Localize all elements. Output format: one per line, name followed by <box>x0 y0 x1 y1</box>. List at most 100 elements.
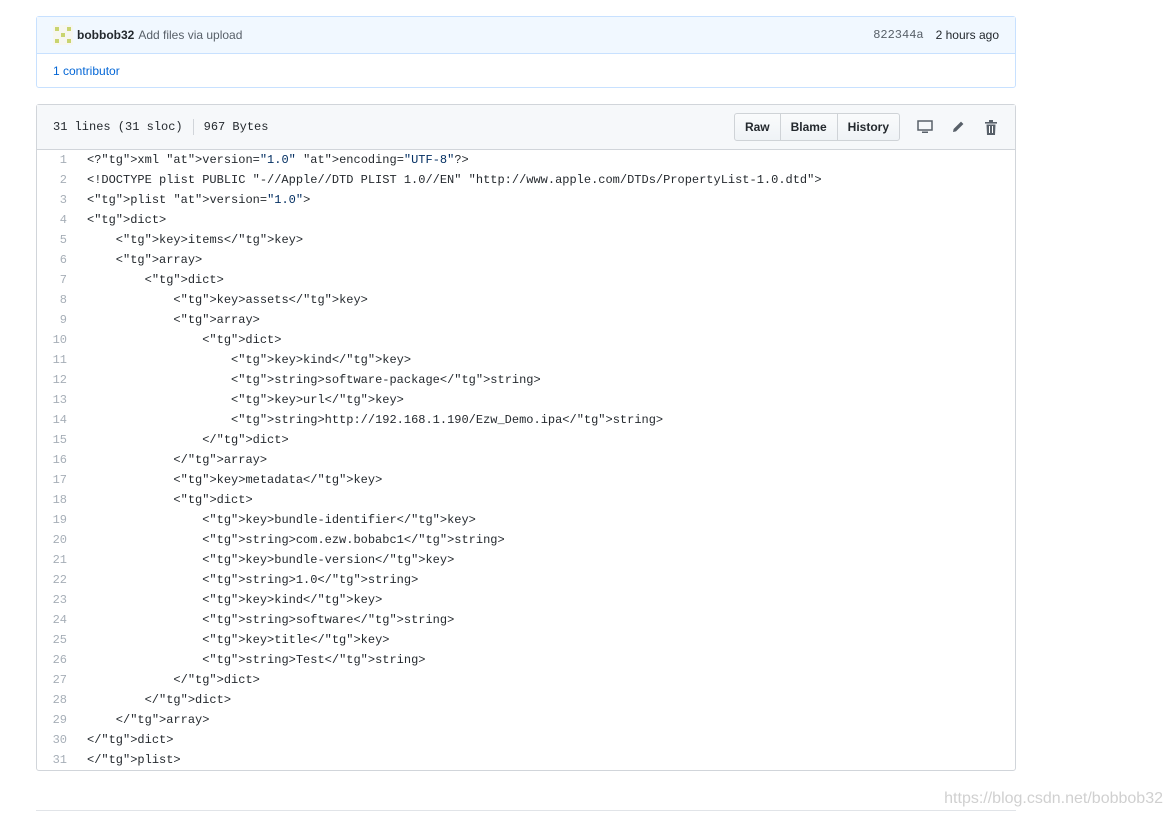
line-number[interactable]: 24 <box>37 613 77 627</box>
desktop-icon[interactable] <box>917 119 933 135</box>
trash-icon[interactable] <box>983 119 999 135</box>
code-line: 29 </"tg">array> <box>37 710 1015 730</box>
line-number[interactable]: 11 <box>37 353 77 367</box>
line-content: <"tg">key>bundle-version</"tg">key> <box>87 553 455 567</box>
line-content: <"tg">array> <box>87 313 260 327</box>
code-line: 8 <"tg">key>assets</"tg">key> <box>37 290 1015 310</box>
line-number[interactable]: 7 <box>37 273 77 287</box>
line-content: <"tg">key>bundle-identifier</"tg">key> <box>87 513 476 527</box>
line-number[interactable]: 21 <box>37 553 77 567</box>
line-number[interactable]: 10 <box>37 333 77 347</box>
line-number[interactable]: 2 <box>37 173 77 187</box>
file-lines-info: 31 lines (31 sloc) <box>53 120 183 134</box>
file-box: 31 lines (31 sloc) 967 Bytes Raw Blame H… <box>36 104 1016 771</box>
commit-bar: bobbob32 Add files via upload 822344a 2 … <box>37 17 1015 54</box>
line-content: <"tg">key>title</"tg">key> <box>87 633 390 647</box>
commit-message[interactable]: Add files via upload <box>138 28 242 42</box>
latest-commit-box: bobbob32 Add files via upload 822344a 2 … <box>36 16 1016 88</box>
line-number[interactable]: 15 <box>37 433 77 447</box>
code-line: 26 <"tg">string>Test</"tg">string> <box>37 650 1015 670</box>
code-line: 31 </"tg">plist> <box>37 750 1015 770</box>
line-number[interactable]: 26 <box>37 653 77 667</box>
line-content: <"tg">dict> <box>87 273 224 287</box>
line-number[interactable]: 31 <box>37 753 77 767</box>
line-content: <"tg">array> <box>87 253 203 267</box>
line-content: </"tg">dict> <box>87 693 232 707</box>
line-number[interactable]: 19 <box>37 513 77 527</box>
line-number[interactable]: 9 <box>37 313 77 327</box>
line-number[interactable]: 8 <box>37 293 77 307</box>
line-content: <"tg">key>kind</"tg">key> <box>87 353 412 367</box>
code-line: 28 </"tg">dict> <box>37 690 1015 710</box>
code-line: 21 <"tg">key>bundle-version</"tg">key> <box>37 550 1015 570</box>
commit-sha[interactable]: 822344a <box>873 28 923 42</box>
line-content: <"tg">string>Test</"tg">string> <box>87 653 426 667</box>
line-number[interactable]: 13 <box>37 393 77 407</box>
contributors-link[interactable]: 1 contributor <box>53 64 120 78</box>
line-number[interactable]: 22 <box>37 573 77 587</box>
code-line: 4 <"tg">dict> <box>37 210 1015 230</box>
code-line: 15 </"tg">dict> <box>37 430 1015 450</box>
code-line: 9 <"tg">array> <box>37 310 1015 330</box>
code-view: 1 <?"tg">xml "at">version="1.0" "at">enco… <box>37 150 1015 770</box>
divider <box>36 810 1016 811</box>
code-line: 24 <"tg">string>software</"tg">string> <box>37 610 1015 630</box>
file-header: 31 lines (31 sloc) 967 Bytes Raw Blame H… <box>37 105 1015 150</box>
code-line: 1 <?"tg">xml "at">version="1.0" "at">enco… <box>37 150 1015 170</box>
line-content: <"tg">key>assets</"tg">key> <box>87 293 368 307</box>
line-number[interactable]: 29 <box>37 713 77 727</box>
line-number[interactable]: 6 <box>37 253 77 267</box>
code-line: 13 <"tg">key>url</"tg">key> <box>37 390 1015 410</box>
line-number[interactable]: 30 <box>37 733 77 747</box>
line-content: <"tg">dict> <box>87 493 253 507</box>
avatar[interactable] <box>53 25 73 45</box>
code-line: 19 <"tg">key>bundle-identifier</"tg">key… <box>37 510 1015 530</box>
divider <box>192 119 194 135</box>
line-number[interactable]: 1 <box>37 153 77 167</box>
line-number[interactable]: 25 <box>37 633 77 647</box>
line-content: <!DOCTYPE plist PUBLIC "-//Apple//DTD PL… <box>87 173 822 187</box>
line-content: </"tg">array> <box>87 453 268 467</box>
line-number[interactable]: 4 <box>37 213 77 227</box>
line-number[interactable]: 14 <box>37 413 77 427</box>
line-number[interactable]: 17 <box>37 473 77 487</box>
code-line: 16 </"tg">array> <box>37 450 1015 470</box>
code-line: 7 <"tg">dict> <box>37 270 1015 290</box>
blame-button[interactable]: Blame <box>779 114 837 140</box>
line-content: <"tg">key>kind</"tg">key> <box>87 593 383 607</box>
code-line: 14 <"tg">string>http://192.168.1.190/Ezw… <box>37 410 1015 430</box>
code-line: 10 <"tg">dict> <box>37 330 1015 350</box>
code-line: 18 <"tg">dict> <box>37 490 1015 510</box>
line-number[interactable]: 27 <box>37 673 77 687</box>
line-content: <"tg">string>com.ezw.bobabc1</"tg">strin… <box>87 533 505 547</box>
line-number[interactable]: 5 <box>37 233 77 247</box>
line-number[interactable]: 28 <box>37 693 77 707</box>
code-line: 23 <"tg">key>kind</"tg">key> <box>37 590 1015 610</box>
code-line: 6 <"tg">array> <box>37 250 1015 270</box>
line-number[interactable]: 23 <box>37 593 77 607</box>
line-content: </"tg">dict> <box>87 733 174 747</box>
watermark: https://blog.csdn.net/bobbob32 <box>944 790 1163 807</box>
code-line: 20 <"tg">string>com.ezw.bobabc1</"tg">st… <box>37 530 1015 550</box>
code-line: 25 <"tg">key>title</"tg">key> <box>37 630 1015 650</box>
line-number[interactable]: 20 <box>37 533 77 547</box>
line-content: <"tg">key>url</"tg">key> <box>87 393 404 407</box>
line-content: <"tg">plist "at">version="1.0"> <box>87 193 311 207</box>
line-content: <"tg">string>software</"tg">string> <box>87 613 455 627</box>
line-number[interactable]: 16 <box>37 453 77 467</box>
contributors-row: 1 contributor <box>37 54 1015 87</box>
commit-author[interactable]: bobbob32 <box>77 28 134 42</box>
code-line: 30 </"tg">dict> <box>37 730 1015 750</box>
line-content: <"tg">dict> <box>87 213 167 227</box>
code-line: 3 <"tg">plist "at">version="1.0"> <box>37 190 1015 210</box>
line-number[interactable]: 12 <box>37 373 77 387</box>
file-size: 967 Bytes <box>203 120 269 134</box>
line-content: <"tg">key>metadata</"tg">key> <box>87 473 383 487</box>
line-content: <"tg">string>1.0</"tg">string> <box>87 573 419 587</box>
line-number[interactable]: 18 <box>37 493 77 507</box>
code-line: 27 </"tg">dict> <box>37 670 1015 690</box>
raw-button[interactable]: Raw <box>735 114 780 140</box>
pencil-icon[interactable] <box>950 119 966 135</box>
line-number[interactable]: 3 <box>37 193 77 207</box>
history-button[interactable]: History <box>836 114 899 140</box>
